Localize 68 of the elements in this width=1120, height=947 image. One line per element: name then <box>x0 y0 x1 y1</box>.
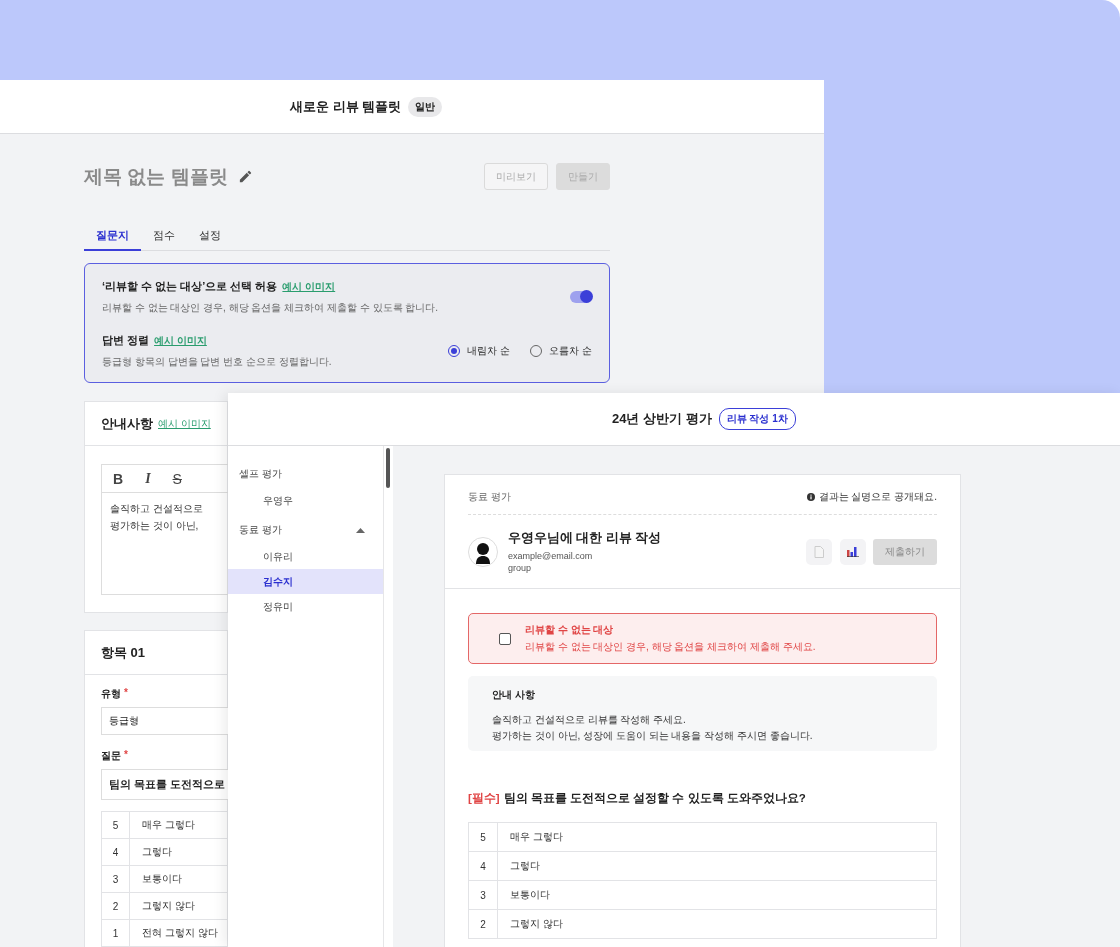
score-cell: 5 <box>468 822 498 852</box>
stage-badge: 리뷰 작성 1차 <box>718 408 796 430</box>
radio-label: 내림차 순 <box>467 344 511 358</box>
section-label: 동료 평가 <box>468 489 511 504</box>
score-cell: 1 <box>101 919 130 947</box>
editor-text: 솔직하고 건설적으로 <box>110 502 204 516</box>
group-label: 동료 평가 <box>239 523 282 537</box>
template-title: 제목 없는 템플릿 <box>84 164 228 189</box>
reviewee-item[interactable]: 김수지 <box>228 569 383 594</box>
scrollbar-thumb[interactable] <box>386 448 390 488</box>
required-mark: * <box>124 749 128 762</box>
strike-button[interactable]: S <box>172 470 182 487</box>
avatar-icon <box>468 536 498 567</box>
info-icon <box>806 492 815 501</box>
reviewee-item[interactable]: 정유미 <box>228 594 383 619</box>
radio-label: 오름차 순 <box>549 344 592 358</box>
setting-description: 등급형 항목의 답변을 답변 번호 순으로 정렬합니다. <box>102 355 332 369</box>
field-label: 질문 <box>101 749 121 763</box>
required-tag: [필수] <box>468 791 500 806</box>
score-cell: 3 <box>468 880 498 910</box>
checkbox[interactable] <box>499 632 511 645</box>
answer-option[interactable]: 매우 그렇다 <box>497 822 937 852</box>
window-title: 새로운 리뷰 템플릿 <box>290 97 402 116</box>
setting-title: ‘리뷰할 수 없는 대상’으로 선택 허용 <box>102 279 278 294</box>
guide-text: 평가하는 것이 아닌, 성장에 도움이 되는 내용을 작성해 주시면 좋습니다. <box>492 729 814 743</box>
italic-button[interactable]: I <box>145 470 151 487</box>
score-cell: 2 <box>468 909 498 939</box>
required-mark: * <box>124 687 128 700</box>
setting-description: 리뷰할 수 없는 대상인 경우, 해당 옵션을 체크하여 제출할 수 있도록 합니다. <box>102 301 439 315</box>
example-image-link[interactable]: 예시 이미지 <box>158 416 211 431</box>
email-text: example@email.com <box>508 551 594 561</box>
guide-title: 안내 사항 <box>492 688 536 702</box>
score-cell: 4 <box>468 851 498 881</box>
score-cell: 5 <box>101 811 130 839</box>
guide-text: 솔직하고 건설적으로 리뷰를 작성해 주세요. <box>492 713 687 727</box>
document-icon <box>814 545 824 558</box>
visibility-note: 결과는 실명으로 공개돼요. <box>818 489 937 504</box>
pencil-icon <box>237 169 253 184</box>
toggle-switch[interactable] <box>570 291 592 303</box>
option-title: 리뷰할 수 없는 대상 <box>525 623 615 637</box>
setting-title: 답변 정렬 <box>102 333 150 348</box>
chart-button[interactable] <box>840 538 866 565</box>
question-text: 팀의 목표를 도전적으로 설정할 수 있도록 도와주었나요? <box>503 791 806 806</box>
group-label: 셀프 평가 <box>239 467 282 481</box>
category-badge: 일반 <box>408 96 443 117</box>
editor-text: 평가하는 것이 아닌, <box>110 519 200 533</box>
review-heading: 우영우님에 대한 리뷰 작성 <box>508 530 662 547</box>
tab[interactable]: 점수 <box>141 221 187 251</box>
card-title: 항목 01 <box>101 643 146 662</box>
answer-option[interactable]: 보통이다 <box>497 880 937 910</box>
option-description: 리뷰할 수 없는 대상인 경우, 해당 옵션을 체크하여 제출해 주세요. <box>525 640 816 654</box>
reviewee-item[interactable]: 이유리 <box>228 544 383 569</box>
window-title: 24년 상반기 평가 <box>612 410 712 428</box>
answer-option[interactable]: 그렇지 않다 <box>497 909 937 939</box>
bold-button[interactable]: B <box>113 470 124 487</box>
score-cell: 4 <box>101 838 130 866</box>
answer-option[interactable]: 그렇다 <box>497 851 937 881</box>
tab[interactable]: 설정 <box>187 221 233 251</box>
score-cell: 3 <box>101 865 130 893</box>
group-text: group <box>508 563 533 573</box>
type-select[interactable]: 등급형 <box>101 707 228 735</box>
bar-chart-icon <box>847 546 859 557</box>
tab[interactable]: 질문지 <box>84 221 141 251</box>
field-label: 유형 <box>101 687 121 701</box>
card-title: 안내사항 <box>101 414 153 433</box>
score-cell: 2 <box>101 892 130 920</box>
question-field[interactable]: 팀의 목표를 도전적으로 <box>101 769 228 800</box>
reviewee-item[interactable]: 우영우 <box>228 488 383 513</box>
